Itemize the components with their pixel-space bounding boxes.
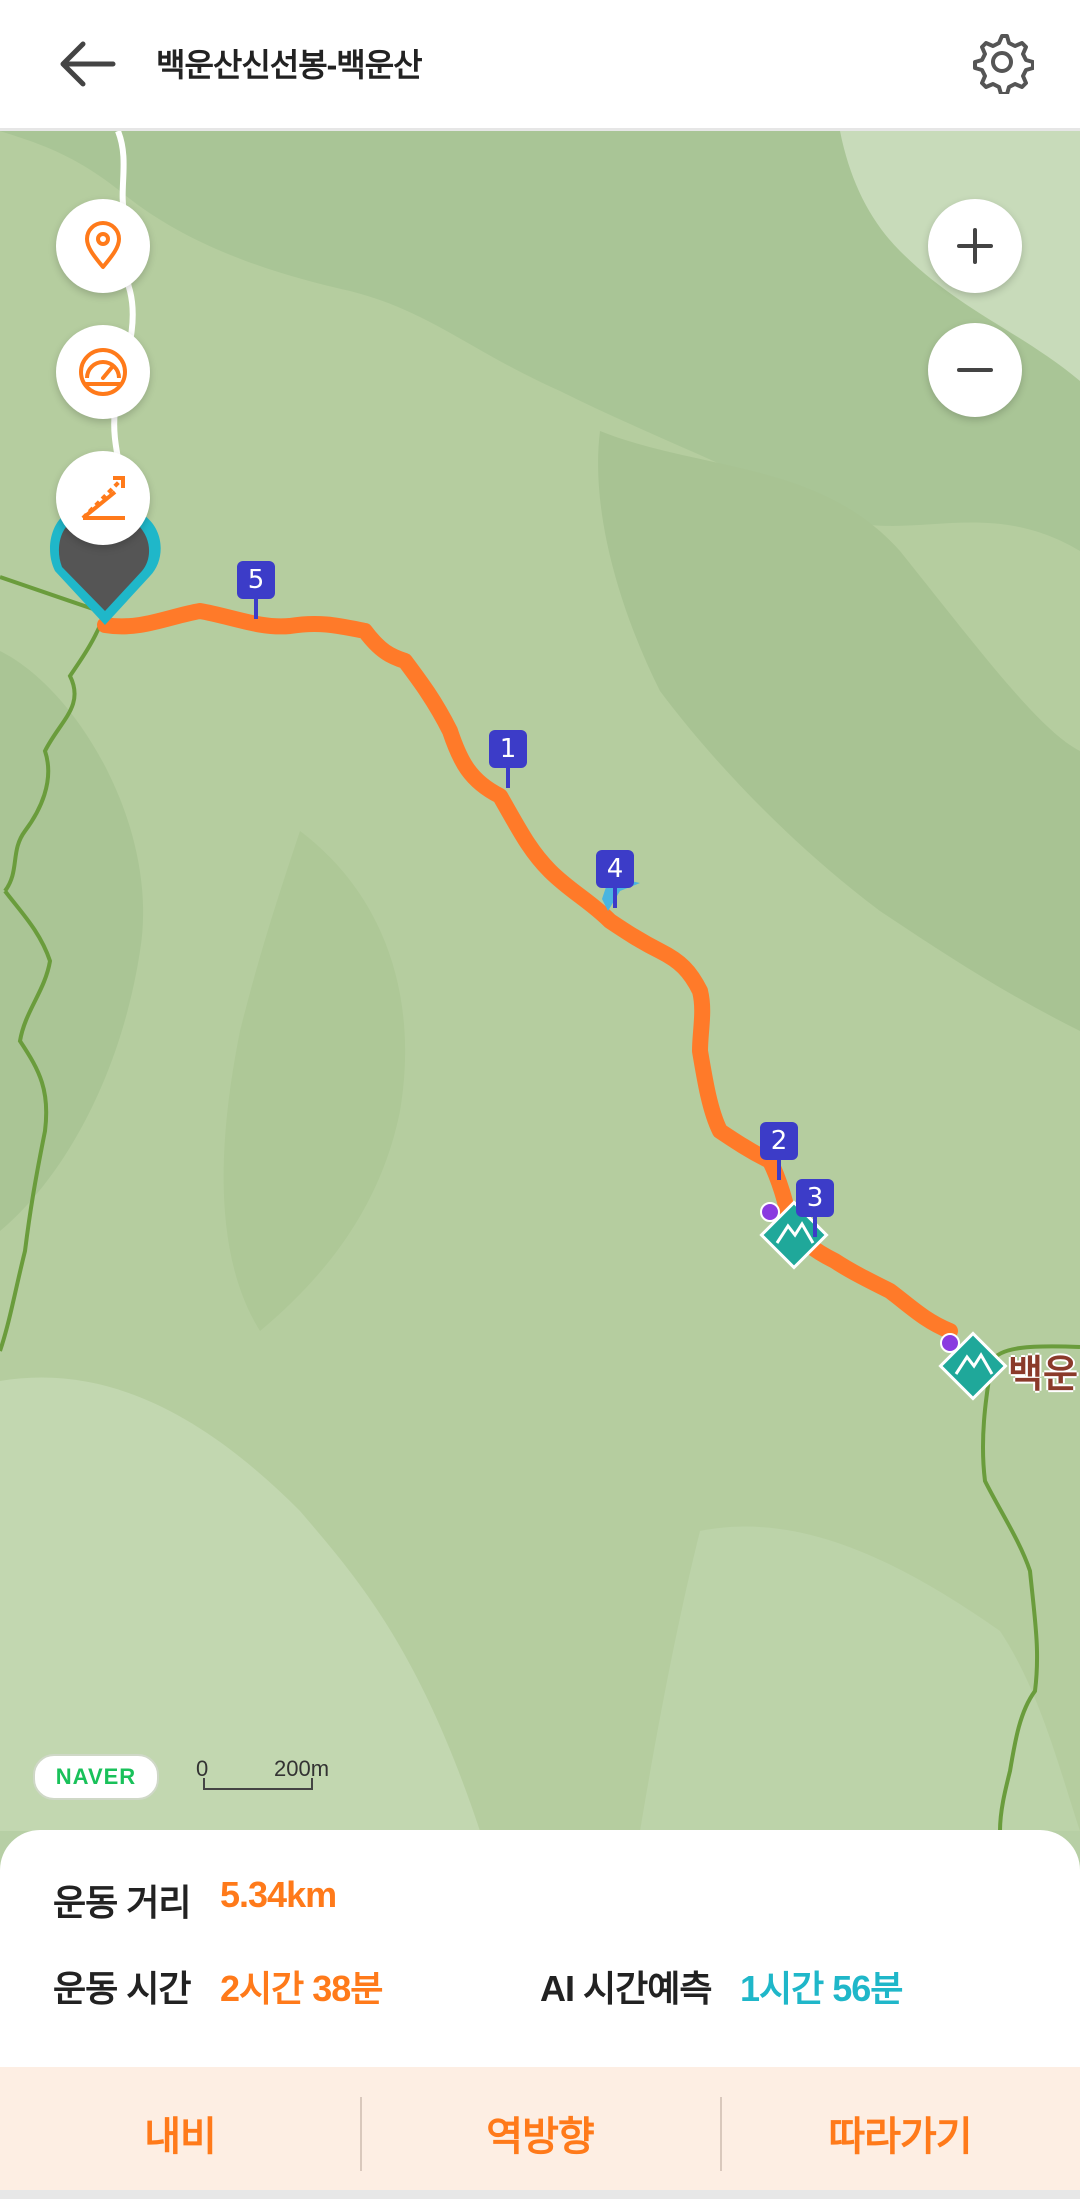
stats-panel: 운동 거리 5.34km 운동 시간 2시간 38분 AI 시간예측 1시간 5… — [0, 1830, 1080, 2070]
distance-label: 운동 거리 — [53, 1882, 191, 1923]
navi-button[interactable]: 내비 — [0, 2067, 360, 2199]
app-header: 백운산신선봉-백운산 — [0, 0, 1080, 131]
map-scale-bar — [203, 1778, 313, 1790]
elevation-slope-icon — [81, 476, 125, 520]
elevation-button[interactable] — [56, 451, 150, 545]
action-bar: 내비 역방향 따라가기 — [0, 2067, 1080, 2199]
location-pin-icon — [85, 221, 121, 269]
plus-icon — [957, 228, 993, 264]
gear-icon — [973, 34, 1035, 96]
waypoint-1[interactable]: 1 — [489, 730, 527, 788]
speedometer-icon — [79, 348, 127, 396]
settings-button[interactable] — [970, 30, 1035, 96]
waypoint-5[interactable]: 5 — [237, 561, 275, 619]
reverse-button[interactable]: 역방향 — [360, 2067, 720, 2199]
time-label: 운동 시간 — [53, 1968, 191, 2009]
follow-button[interactable]: 따라가기 — [720, 2067, 1080, 2199]
system-nav-bar — [0, 2190, 1080, 2199]
zoom-in-button[interactable] — [928, 199, 1022, 293]
time-value: 2시간 38분 — [220, 1968, 383, 2009]
map-view[interactable]: 5 1 4 2 3 백운 — [0, 131, 1080, 1831]
back-button[interactable] — [55, 34, 125, 94]
ai-time-value: 1시간 56분 — [740, 1968, 903, 2009]
naver-logo: NAVER — [33, 1754, 159, 1800]
zoom-out-button[interactable] — [928, 323, 1022, 417]
ai-time-label: AI 시간예측 — [540, 1968, 712, 2009]
map-terrain — [0, 131, 1080, 1831]
waypoint-2[interactable]: 2 — [760, 1122, 798, 1180]
waypoint-3[interactable]: 3 — [796, 1179, 834, 1237]
page-title: 백운산신선봉-백운산 — [156, 47, 423, 83]
speed-button[interactable] — [56, 325, 150, 419]
my-location-button[interactable] — [56, 199, 150, 293]
peak-label: 백운 — [1008, 1354, 1078, 1396]
arrow-left-icon — [60, 41, 116, 87]
minus-icon — [957, 368, 993, 372]
waypoint-4[interactable]: 4 — [596, 850, 634, 908]
distance-value: 5.34km — [220, 1874, 337, 1915]
